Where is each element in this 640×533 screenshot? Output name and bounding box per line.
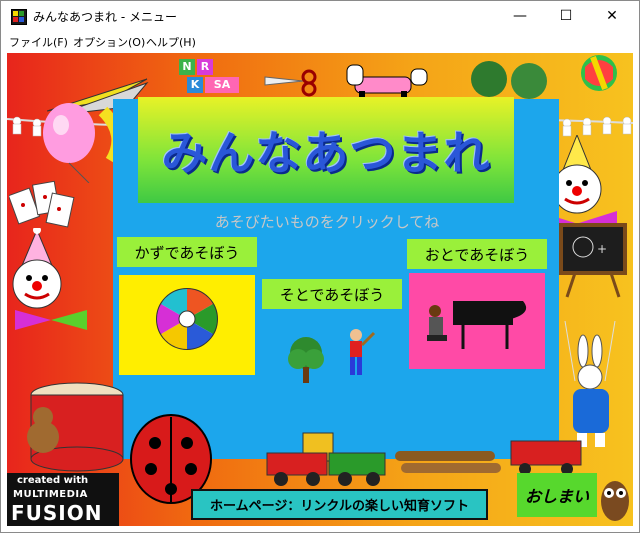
sound-card-panel: [409, 273, 545, 369]
game-title: みんなあつまれ: [161, 126, 491, 180]
block-k: K: [187, 77, 203, 93]
train-icon: [266, 432, 386, 486]
rabbit-puppet-icon: [564, 321, 616, 447]
menu-options[interactable]: オプション(O): [73, 34, 145, 50]
app-window: みんなあつまれ - メニュー — ☐ ✕ ファイル(F) オプション(O) ヘル…: [0, 0, 640, 533]
roulette-icon: [156, 288, 218, 350]
minimize-button[interactable]: —: [497, 1, 543, 31]
window-title: みんなあつまれ - メニュー: [33, 10, 177, 24]
tree-icon: [288, 337, 324, 383]
app-icon: [11, 9, 27, 25]
close-button[interactable]: ✕: [589, 1, 635, 31]
sound-play-card[interactable]: おとであそぼう: [407, 239, 547, 371]
clown-icon: [12, 228, 87, 330]
outside-play-card[interactable]: そとであそぼう: [262, 279, 402, 409]
block-n: N: [179, 59, 195, 75]
alphabet-blocks: N R K SA: [179, 57, 243, 97]
boy-icon: [350, 329, 376, 375]
title-bar[interactable]: みんなあつまれ - メニュー — ☐ ✕: [1, 1, 639, 31]
blackboard-icon: +: [559, 223, 627, 298]
scissors-icon: [264, 69, 317, 97]
menu-file[interactable]: ファイル(F): [9, 34, 68, 50]
numbers-play-card[interactable]: かずであそぼう: [117, 237, 257, 377]
block-r: R: [197, 59, 213, 75]
outside-card-panel: [264, 315, 400, 407]
numbers-play-label: かずであそぼう: [117, 237, 257, 267]
numbers-card-panel: [119, 275, 255, 375]
homepage-button[interactable]: ホームページ：リンクルの楽しい知育ソフト: [191, 489, 488, 520]
badge-multimedia: MULTIMEDIA: [13, 489, 88, 500]
exit-button[interactable]: おしまい: [517, 473, 597, 517]
sound-play-label: おとであそぼう: [407, 239, 547, 269]
logs-icon: [395, 451, 501, 473]
svg-text:+: +: [597, 242, 607, 256]
maximize-button[interactable]: ☐: [543, 1, 589, 31]
menu-help[interactable]: ヘルプ(H): [146, 34, 196, 50]
multimedia-fusion-badge: created with MULTIMEDIA FUSION: [7, 473, 119, 526]
title-banner: みんなあつまれ: [138, 97, 514, 203]
piano-icon: [427, 301, 527, 349]
drum-icon: [27, 382, 124, 472]
badge-fusion: FUSION: [11, 501, 103, 525]
beach-ball-icon: [581, 55, 617, 91]
instruction-text: あそびたいものをクリックしてね: [214, 213, 440, 231]
plates-icon: [471, 61, 547, 99]
owl-icon: [601, 481, 629, 521]
outside-play-label: そとであそぼう: [262, 279, 402, 309]
menu-bar: ファイル(F) オプション(O) ヘルプ(H): [1, 31, 639, 52]
block-sa: SA: [205, 77, 239, 93]
badge-created-with: created with: [17, 475, 89, 486]
playing-cards-icon: [9, 180, 75, 228]
wagon-icon: [510, 440, 582, 475]
game-scene: N R K SA + みんなあつまれ あそびたいものをクリックしてね かずであそ…: [7, 53, 633, 526]
